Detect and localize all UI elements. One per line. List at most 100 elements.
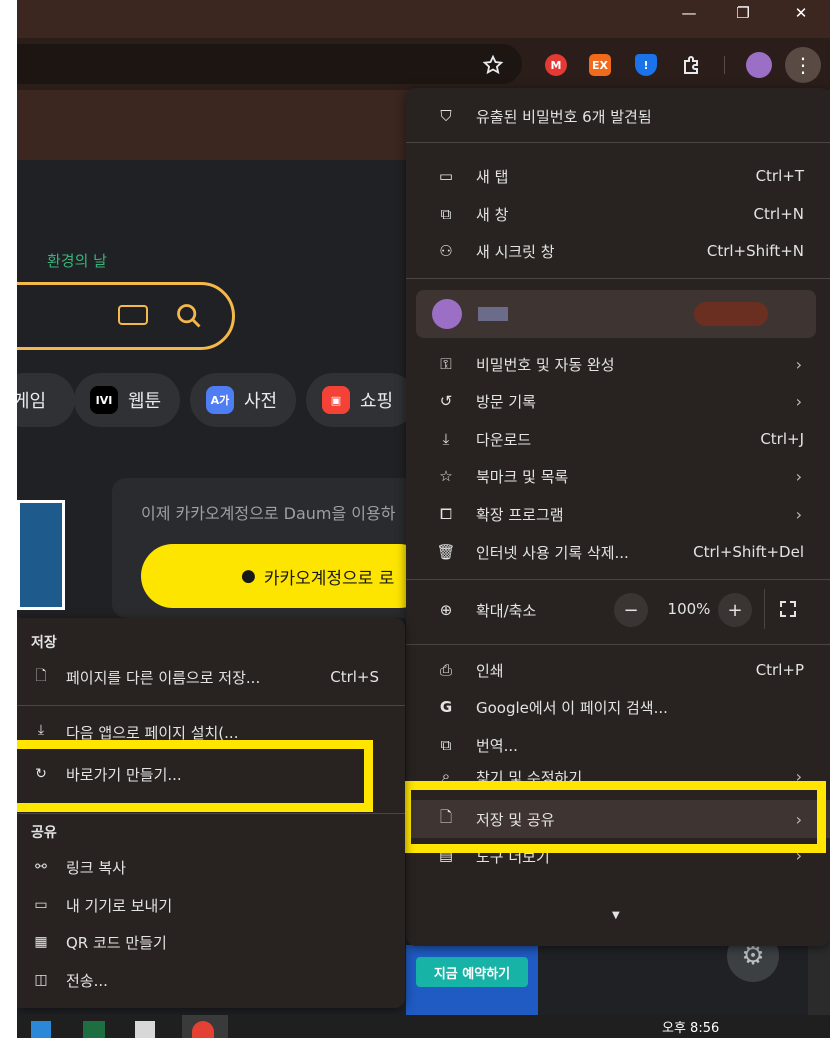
submenu-label: 전송... — [66, 971, 108, 990]
save-share-submenu: 저장 🗋 페이지를 다른 이름으로 저장... Ctrl+S ⤓ 다음 앱으로 … — [17, 618, 405, 1008]
fullscreen-icon[interactable] — [780, 601, 796, 617]
menu-bookmarks[interactable]: ☆ 북마크 및 목록 › — [406, 457, 830, 495]
pill-game[interactable]: 게임 — [17, 373, 75, 427]
link-icon: ⚯ — [35, 859, 47, 875]
search-box[interactable] — [17, 282, 235, 350]
restore-button[interactable]: ❐ — [720, 0, 766, 26]
doodle-text: 환경의 날 — [47, 252, 107, 270]
pill-label: 쇼핑 — [360, 391, 394, 412]
menu-shortcut: Ctrl+T — [755, 167, 804, 185]
menu-translate[interactable]: ⧉ 번역... — [406, 726, 830, 764]
save-file-icon: 🗋 — [35, 668, 47, 684]
menu-clear-data[interactable]: 🗑 인터넷 사용 기록 삭제... Ctrl+Shift+Del — [406, 533, 830, 571]
menu-label: 확대/축소 — [476, 601, 537, 620]
star-icon: ☆ — [439, 467, 453, 485]
zoom-divider — [764, 589, 765, 629]
app-icon[interactable] — [135, 1021, 155, 1038]
chevron-right-icon: › — [795, 391, 802, 411]
menu-extensions[interactable]: ⧠ 확장 프로그램 › — [406, 495, 830, 533]
submenu-label: QR 코드 만들기 — [66, 933, 167, 952]
menu-scroll-down-icon[interactable]: ▼ — [612, 910, 620, 921]
highlight-save-share — [402, 781, 826, 853]
extension-shield-icon[interactable]: ! — [635, 54, 657, 76]
minimize-button[interactable]: — — [666, 0, 712, 26]
menu-separator — [406, 644, 830, 645]
menu-shortcut: Ctrl+N — [753, 205, 804, 223]
menu-passwords[interactable]: ⚿ 비밀번호 및 자동 완성 › — [406, 345, 830, 383]
qr-code-icon: ▦ — [34, 934, 48, 950]
menu-new-tab[interactable]: ▭ 새 탭 Ctrl+T — [406, 157, 830, 195]
extension-ex-icon[interactable]: EX — [589, 54, 611, 76]
submenu-install-app[interactable]: ⤓ 다음 앱으로 페이지 설치(... — [17, 718, 405, 740]
clock[interactable]: 오후 8:56 — [662, 1017, 719, 1036]
profile-avatar[interactable] — [746, 52, 772, 78]
extension-m-icon[interactable]: M — [545, 54, 567, 76]
submenu-qr-code[interactable]: ▦ QR 코드 만들기 — [17, 923, 405, 961]
submenu-cast[interactable]: ◫ 전송... — [17, 961, 405, 999]
browser-window: — ❐ ✕ M EX ! ⋮ 환경의 날 게임 IVI 웹툰 A가 사전 ▣ 쇼… — [17, 0, 830, 1038]
menu-label: 인터넷 사용 기록 삭제... — [476, 543, 629, 562]
menu-downloads[interactable]: ⤓ 다운로드 Ctrl+J — [406, 420, 830, 458]
menu-incognito[interactable]: ⚇ 새 시크릿 창 Ctrl+Shift+N — [406, 232, 830, 270]
zoom-out-button[interactable]: − — [614, 593, 648, 627]
toolbar-divider — [724, 56, 725, 74]
login-prompt: 이제 카카오계정으로 Daum을 이용하 — [141, 504, 396, 523]
ad-banner[interactable] — [17, 500, 65, 610]
incognito-icon: ⚇ — [439, 242, 453, 260]
menu-label: 번역... — [476, 736, 518, 755]
pill-webtoon[interactable]: IVI 웹툰 — [74, 373, 180, 427]
webtoon-icon: IVI — [90, 386, 118, 414]
chrome-taskbar-button[interactable] — [182, 1015, 228, 1038]
address-bar[interactable] — [17, 44, 522, 84]
history-icon: ↺ — [439, 392, 453, 410]
pill-dictionary[interactable]: A가 사전 — [190, 373, 296, 427]
reserve-button[interactable]: 지금 예약하기 — [416, 957, 528, 987]
menu-separator — [406, 579, 830, 580]
pill-shopping[interactable]: ▣ 쇼핑 — [306, 373, 416, 427]
menu-button[interactable]: ⋮ — [785, 47, 821, 83]
menu-search-page[interactable]: G Google에서 이 페이지 검색... — [406, 688, 830, 726]
speech-bubble-icon: ● — [241, 566, 256, 586]
menu-new-window[interactable]: ⧉ 새 창 Ctrl+N — [406, 195, 830, 233]
puzzle-icon: ⧠ — [439, 505, 452, 523]
menu-label: 확장 프로그램 — [476, 505, 564, 524]
star-icon[interactable] — [482, 54, 504, 76]
pill-label: 사전 — [244, 391, 278, 412]
submenu-label: 페이지를 다른 이름으로 저장... — [66, 668, 261, 687]
google-icon: G — [439, 698, 453, 716]
close-button[interactable]: ✕ — [778, 0, 824, 26]
store-icon[interactable] — [31, 1021, 51, 1038]
menu-label: 새 탭 — [476, 167, 509, 186]
menu-print[interactable]: ⎙ 인쇄 Ctrl+P — [406, 651, 830, 689]
menu-label: 유출된 비밀번호 6개 발견됨 — [476, 107, 652, 126]
submenu-label: 내 기기로 보내기 — [66, 896, 173, 915]
submenu-save-as[interactable]: 🗋 페이지를 다른 이름으로 저장... Ctrl+S — [17, 658, 405, 696]
download-icon: ⤓ — [442, 430, 450, 448]
menu-breach-alert[interactable]: ⛉ 유출된 비밀번호 6개 발견됨 — [406, 97, 830, 135]
menu-history[interactable]: ↺ 방문 기록 › — [406, 382, 830, 420]
excel-icon[interactable] — [83, 1021, 105, 1038]
kakao-button-label: 카카오계정으로 로 — [263, 568, 395, 589]
profile-avatar — [432, 299, 462, 329]
puzzle-icon[interactable] — [680, 53, 704, 77]
keyboard-icon[interactable] — [118, 305, 148, 325]
menu-profile-row[interactable] — [416, 290, 816, 338]
highlight-create-shortcut — [17, 740, 373, 812]
share-section-header: 공유 — [31, 825, 57, 841]
menu-label: 방문 기록 — [476, 392, 536, 411]
submenu-shortcut: Ctrl+S — [330, 668, 379, 686]
ad-banner-bottom[interactable]: 지금 예약하기 — [406, 945, 538, 1015]
menu-shortcut: Ctrl+J — [760, 430, 804, 448]
submenu-copy-link[interactable]: ⚯ 링크 복사 — [17, 848, 405, 886]
zoom-icon: ⊕ — [439, 601, 453, 619]
kakao-login-button[interactable]: ● 카카오계정으로 로 — [141, 544, 431, 608]
trash-icon: 🗑 — [436, 543, 456, 561]
profile-badge — [694, 302, 768, 326]
save-section-header: 저장 — [31, 635, 57, 651]
zoom-in-button[interactable]: + — [718, 593, 752, 627]
submenu-send-device[interactable]: ▭ 내 기기로 보내기 — [17, 886, 405, 924]
search-icon[interactable] — [175, 302, 203, 330]
chevron-right-icon: › — [795, 354, 802, 374]
menu-zoom: ⊕ 확대/축소 − 100% + — [406, 589, 830, 629]
menu-separator — [406, 142, 830, 143]
